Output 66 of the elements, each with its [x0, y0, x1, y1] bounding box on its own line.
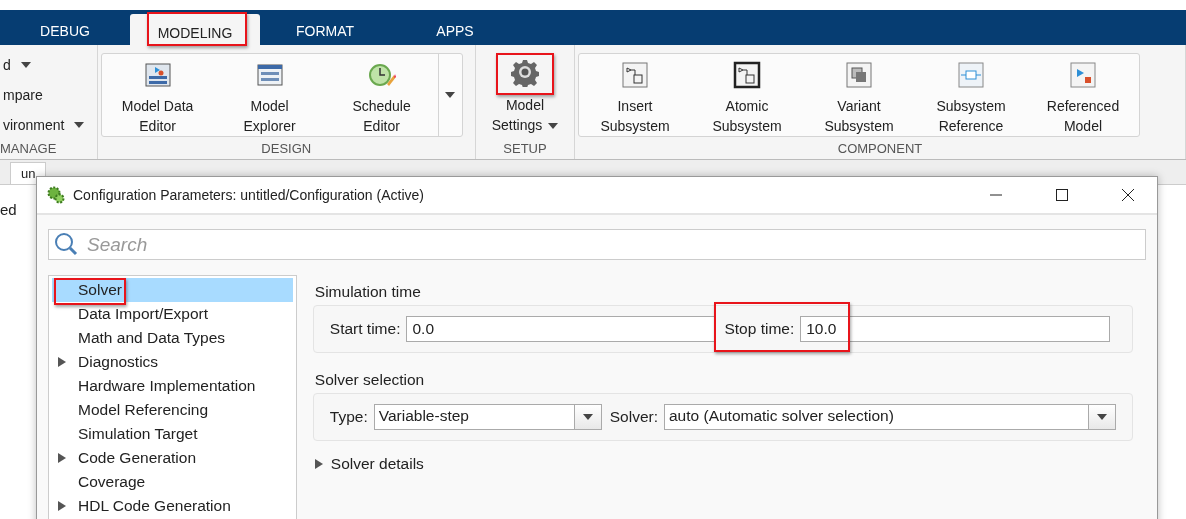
- subsystem-icon: [620, 60, 650, 90]
- ribbon-button[interactable]: Referenced Model: [1027, 54, 1139, 136]
- field-label: Solver:: [609, 408, 658, 426]
- document-tab[interactable]: un: [10, 162, 47, 184]
- field-label: Type:: [329, 408, 368, 426]
- ribbon-menu-item[interactable]: d: [3, 53, 85, 77]
- tree-item[interactable]: Math and Data Types: [52, 326, 293, 350]
- section-toggle[interactable]: Solver details: [312, 455, 424, 473]
- search-icon: [54, 232, 78, 256]
- ribbon-button[interactable]: Atomic Subsystem: [691, 54, 803, 136]
- tree-item[interactable]: Code Generation: [52, 446, 293, 470]
- dropdown-caret-icon: [1097, 414, 1107, 420]
- group-label: SETUP: [502, 141, 548, 158]
- group-label: DESIGN: [260, 141, 313, 158]
- caret-icon: [548, 123, 559, 130]
- ribbon-tab[interactable]: DEBUG: [0, 10, 130, 45]
- ribbon-tab[interactable]: MODELING: [130, 14, 260, 45]
- caret-icon: [20, 62, 31, 68]
- close-icon: [1121, 188, 1135, 202]
- model-icon: [1068, 60, 1098, 90]
- expand-arrow-icon[interactable]: [314, 458, 323, 470]
- settings-icon: [510, 57, 540, 87]
- ribbon-tab[interactable]: APPS: [390, 10, 520, 45]
- tree-item[interactable]: HDL Code Generation: [52, 494, 293, 518]
- variant-icon: [844, 60, 874, 90]
- search-field[interactable]: Search: [48, 229, 1146, 260]
- tree-item[interactable]: Simulation Target: [52, 422, 293, 446]
- dropdown[interactable]: Variable-step: [373, 404, 602, 430]
- ribbon-button[interactable]: Variant Subsystem: [803, 54, 915, 136]
- group-label: COMPONENT: [836, 141, 924, 158]
- window-title: Configuration Parameters: untitled/Configuration (Active): [73, 187, 425, 203]
- tree-item[interactable]: Data Import/Export: [52, 302, 293, 326]
- field-label: Start time:: [329, 320, 401, 338]
- expand-arrow-icon[interactable]: [58, 452, 66, 464]
- ribbon-menu-item[interactable]: mpare: [3, 83, 85, 107]
- ribbon-menu-item[interactable]: vironment: [3, 113, 85, 137]
- time-field[interactable]: 10.0: [800, 316, 1111, 342]
- time-field[interactable]: 0.0: [406, 316, 717, 342]
- ribbon-button[interactable]: Subsystem Reference: [915, 54, 1027, 136]
- tree-item[interactable]: Model Referencing: [52, 398, 293, 422]
- tree-item[interactable]: Solver: [52, 278, 293, 302]
- gears-icon: [47, 186, 65, 204]
- tree-item[interactable]: Diagnostics: [52, 350, 293, 374]
- tree-item[interactable]: Hardware Implementation: [52, 374, 293, 398]
- section-title: Solver selection: [314, 371, 426, 389]
- ribbon-tab[interactable]: FORMAT: [260, 10, 390, 45]
- dropdown[interactable]: auto (Automatic solver selection): [664, 404, 1116, 430]
- maximize-icon: [1055, 188, 1069, 202]
- subsystem-icon: [732, 60, 762, 90]
- ribbon-button[interactable]: Insert Subsystem: [579, 54, 691, 136]
- group-label: MANAGE: [0, 141, 58, 158]
- field-label: Stop time:: [724, 320, 795, 338]
- canvas-text: ed: [0, 200, 17, 218]
- ribbon-button[interactable]: Model Data Editor: [101, 54, 214, 136]
- section-title: Simulation time: [314, 283, 422, 301]
- ribbon-button[interactable]: Model Settings: [479, 51, 571, 135]
- ribbon-button[interactable]: Schedule Editor: [325, 54, 438, 136]
- caret-icon: [74, 122, 85, 128]
- expand-arrow-icon[interactable]: [58, 356, 66, 368]
- expand-arrow-icon[interactable]: [58, 500, 66, 512]
- ribbon-button[interactable]: Model Explorer: [213, 54, 326, 136]
- editor-icon: [142, 60, 173, 90]
- tree-item[interactable]: Coverage: [52, 470, 293, 494]
- caret-icon: [445, 92, 456, 98]
- reference-icon: [956, 60, 986, 90]
- dropdown-caret-icon: [582, 414, 593, 420]
